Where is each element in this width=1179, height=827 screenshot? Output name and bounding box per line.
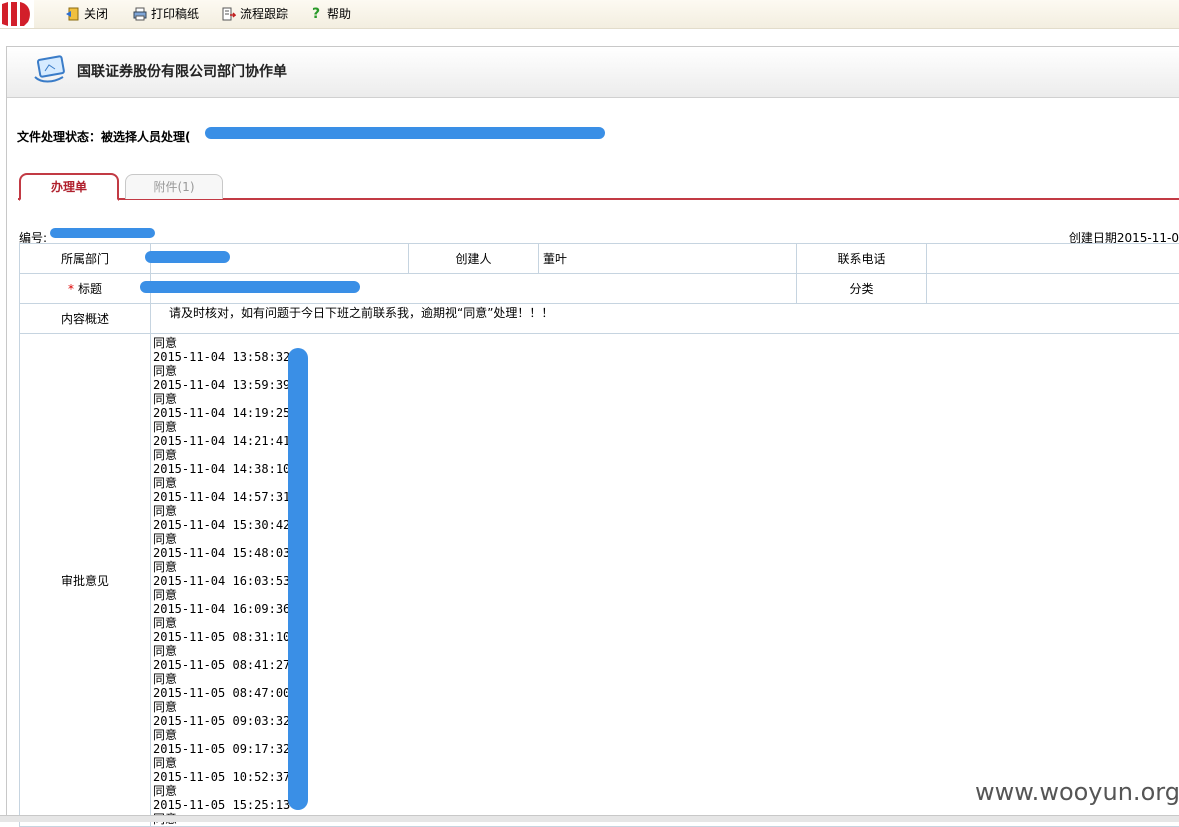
title-bar: 国联证券股份有限公司部门协作单 — [7, 47, 1179, 98]
summary-label: 内容概述 — [20, 304, 151, 334]
close-button[interactable]: 关闭 — [66, 6, 108, 22]
print-label: 打印稿纸 — [151, 6, 199, 22]
help-label: 帮助 — [327, 6, 351, 22]
approval-label: 审批意见 — [20, 334, 151, 827]
tab-form[interactable]: 办理单 — [19, 173, 119, 201]
phone-value — [927, 244, 1179, 274]
print-draft-button[interactable]: 打印稿纸 — [133, 6, 199, 22]
tab-attachments[interactable]: 附件(1) — [125, 174, 223, 199]
help-question-icon: ? — [309, 7, 323, 21]
flow-trace-button[interactable]: 流程跟踪 — [222, 6, 288, 22]
approval-opinion: 同意 — [153, 336, 1179, 350]
category-label: 分类 — [797, 274, 927, 304]
summary-value: 请及时核对，如有问题于今日下班之前联系我，逾期视“同意”处理！！！ — [151, 304, 1179, 334]
document-arrow-icon — [222, 7, 236, 21]
redaction-mark — [205, 127, 605, 139]
phone-label: 联系电话 — [797, 244, 927, 274]
toolbar: 关闭 打印稿纸 流程跟踪 ? 帮助 — [0, 0, 1179, 29]
company-logo — [0, 0, 34, 28]
creator-value: 董叶 — [539, 244, 797, 274]
watermark: www.wooyun.org — [975, 778, 1179, 806]
trace-label: 流程跟踪 — [240, 6, 288, 22]
title-label-cell: * 标题 — [20, 274, 151, 304]
form-table: 所属部门 创建人 董叶 联系电话 * 标题 分类 内容概述 请及时核对，如有问题于… — [19, 243, 1179, 827]
redaction-mark — [288, 348, 308, 810]
category-value — [927, 274, 1179, 304]
printer-icon — [133, 7, 147, 21]
dept-label: 所属部门 — [20, 244, 151, 274]
monitor-icon — [33, 55, 67, 85]
help-button[interactable]: ? 帮助 — [309, 6, 351, 22]
title-label: 标题 — [78, 282, 102, 296]
processing-status: 文件处理状态：被选择人员处理( — [17, 128, 191, 145]
exit-door-icon — [66, 7, 80, 21]
close-label: 关闭 — [84, 6, 108, 22]
status-label: 文件处理状态：被选择人员处理( — [17, 130, 191, 144]
redaction-mark — [50, 228, 155, 238]
table-row: 内容概述 请及时核对，如有问题于今日下班之前联系我，逾期视“同意”处理！！！ — [20, 304, 1179, 334]
page-title: 国联证券股份有限公司部门协作单 — [77, 61, 287, 81]
required-asterisk: * — [68, 282, 74, 296]
redaction-mark — [145, 251, 230, 263]
creator-label: 创建人 — [409, 244, 539, 274]
table-row: 审批意见 同意2015-11-04 13:58:32同意2015-11-04 1… — [20, 334, 1179, 827]
redaction-mark — [140, 281, 360, 293]
